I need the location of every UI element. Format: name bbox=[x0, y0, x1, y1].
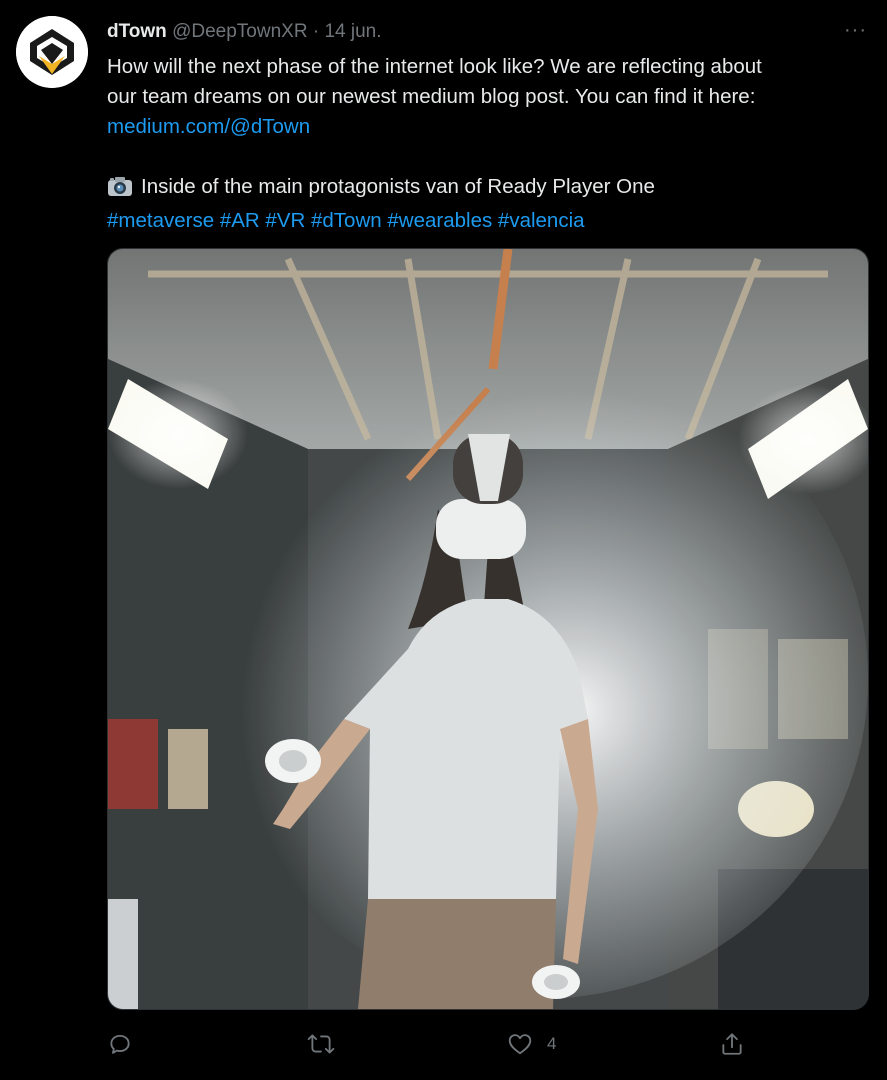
action-bar: 4 bbox=[107, 1028, 857, 1060]
retweet-button[interactable] bbox=[307, 1028, 349, 1060]
vr-van-photo bbox=[108, 249, 868, 1009]
dtown-logo-icon bbox=[16, 16, 88, 88]
caption-text: Inside of the main protagonists van of R… bbox=[141, 175, 655, 198]
caption-line: Inside of the main protagonists van of R… bbox=[107, 172, 857, 206]
hashtag-ar[interactable]: #AR bbox=[220, 209, 260, 232]
like-count: 4 bbox=[547, 1034, 557, 1053]
tweet-text-line-1: How will the next phase of the internet … bbox=[107, 55, 762, 78]
share-button[interactable] bbox=[719, 1028, 759, 1060]
heart-icon bbox=[508, 1034, 532, 1055]
tweet-header: dTown @DeepTownXR · 14 jun. bbox=[107, 20, 381, 44]
reply-button[interactable] bbox=[107, 1028, 147, 1060]
more-options-button[interactable]: ··· bbox=[844, 20, 867, 40]
separator-dot: · bbox=[312, 21, 320, 42]
hashtag-dtown[interactable]: #dTown bbox=[311, 209, 382, 232]
tweet-text-line-2: our team dreams on our newest medium blo… bbox=[107, 85, 756, 108]
hashtag-vr[interactable]: #VR bbox=[265, 209, 305, 232]
tweet-date[interactable]: 14 jun. bbox=[324, 21, 381, 42]
tweet-text: How will the next phase of the internet … bbox=[107, 52, 857, 236]
hashtag-valencia[interactable]: #valencia bbox=[498, 209, 585, 232]
hashtag-wearables[interactable]: #wearables bbox=[387, 209, 492, 232]
retweet-icon bbox=[307, 1034, 335, 1054]
tweet-photo[interactable] bbox=[107, 248, 869, 1010]
hashtags-line: #metaverse #AR #VR #dTown #wearables #va… bbox=[107, 206, 857, 236]
hashtag-metaverse[interactable]: #metaverse bbox=[107, 209, 214, 232]
tweet[interactable]: dTown @DeepTownXR · 14 jun. ··· How will… bbox=[0, 0, 887, 1080]
author-name[interactable]: dTown bbox=[107, 21, 167, 42]
camera-icon bbox=[107, 175, 133, 206]
author-handle[interactable]: @DeepTownXR bbox=[172, 21, 307, 42]
medium-link[interactable]: medium.com/@dTown bbox=[107, 112, 857, 142]
share-icon bbox=[722, 1033, 742, 1055]
avatar[interactable] bbox=[16, 16, 88, 88]
like-button[interactable]: 4 bbox=[507, 1028, 556, 1060]
reply-icon bbox=[110, 1034, 130, 1054]
